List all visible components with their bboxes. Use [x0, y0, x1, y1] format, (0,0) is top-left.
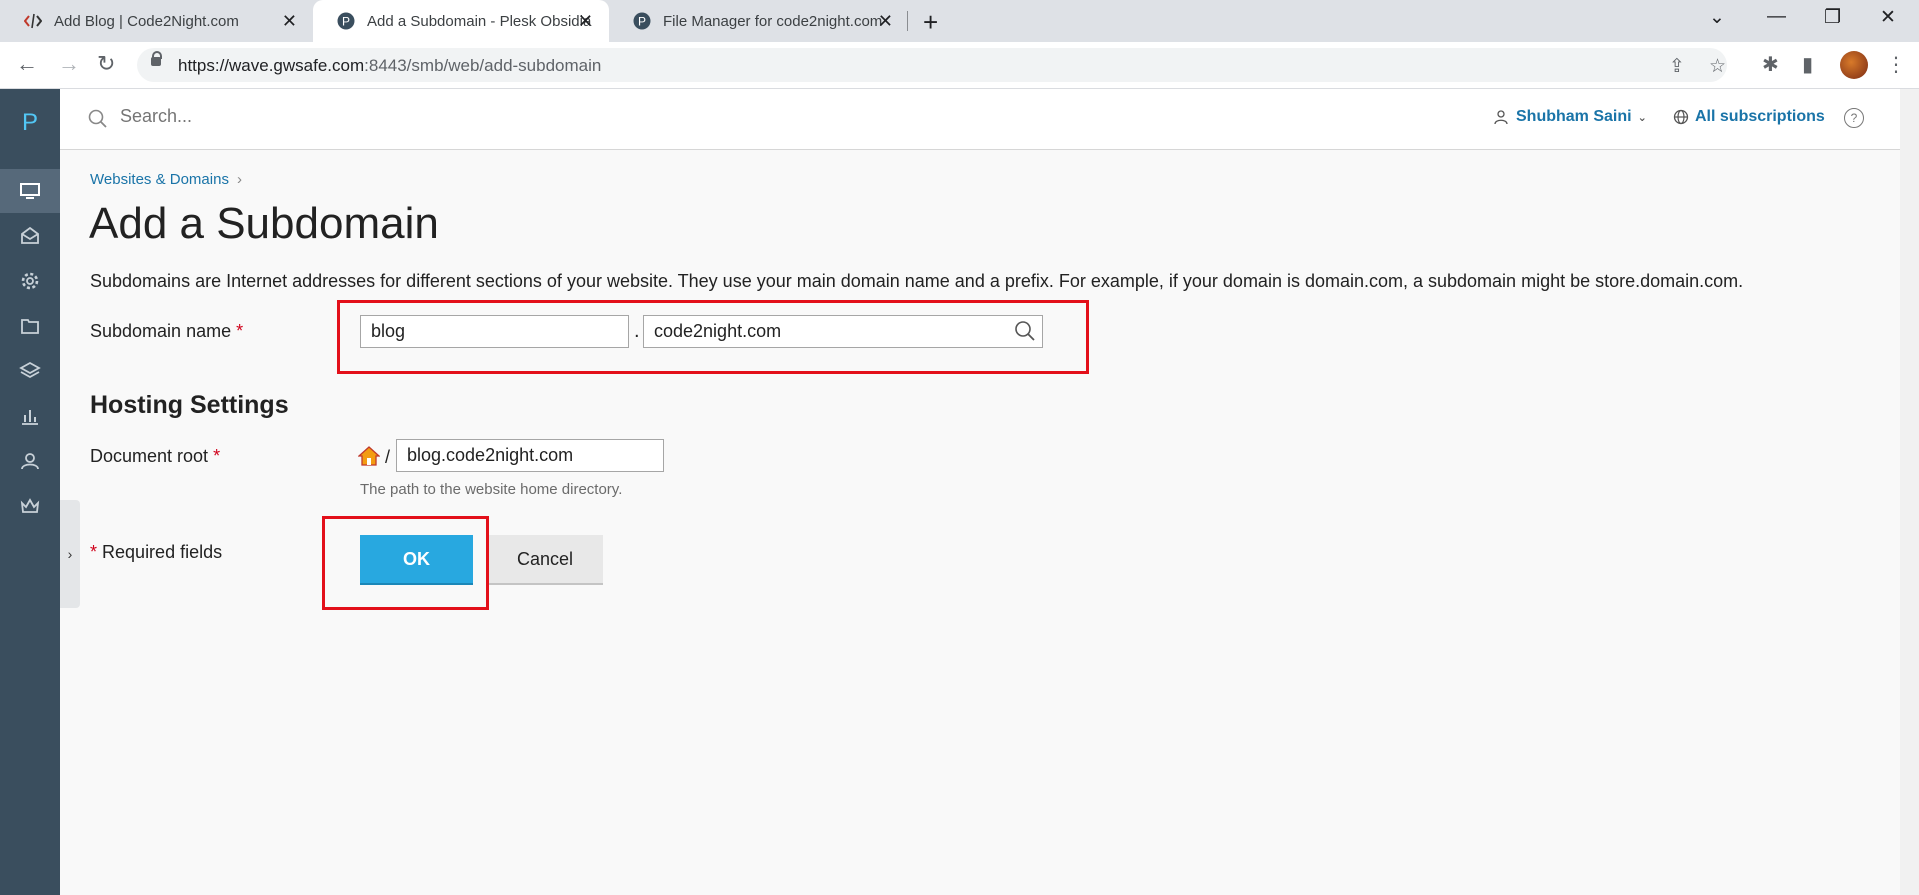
nav-account[interactable]	[0, 484, 60, 528]
breadcrumb-websites-domains[interactable]: Websites & Domains	[90, 171, 229, 188]
bar-chart-icon	[22, 410, 38, 425]
document-root-hint: The path to the website home directory.	[360, 481, 623, 498]
code-icon	[24, 12, 42, 30]
subscriptions-label: All subscriptions	[1695, 108, 1825, 125]
address-bar[interactable]: https://wave.gwsafe.com:8443/smb/web/add…	[137, 48, 1727, 82]
reload-icon[interactable]: ↻	[97, 51, 115, 77]
close-tab-icon[interactable]: ✕	[578, 11, 593, 32]
back-icon[interactable]: ←	[16, 51, 38, 77]
user-name: Shubham Saini	[1516, 108, 1632, 125]
chevron-right-icon: ›	[236, 171, 242, 188]
crown-icon	[20, 498, 40, 513]
layers-icon	[19, 361, 41, 379]
highlight-box-subdomain	[337, 300, 1089, 374]
close-tab-icon[interactable]: ✕	[878, 11, 893, 32]
plesk-icon: P	[337, 12, 355, 30]
profile-avatar[interactable]	[1840, 51, 1868, 79]
browser-tab[interactable]: P File Manager for code2night.com ✕	[609, 0, 909, 42]
highlight-box-ok	[322, 516, 489, 610]
expand-sidebar-button[interactable]: ›	[60, 500, 80, 608]
extensions-icon[interactable]: ✱	[1762, 52, 1779, 77]
lock-icon[interactable]	[151, 51, 162, 66]
monitor-icon	[20, 183, 40, 199]
document-root-input[interactable]	[396, 439, 664, 472]
browser-toolbar: ← → ↻ https://wave.gwsafe.com:8443/smb/w…	[0, 42, 1919, 89]
browser-tab[interactable]: Add Blog | Code2Night.com ✕	[0, 0, 313, 42]
page-title: Add a Subdomain	[89, 199, 439, 248]
chevron-down-icon: ⌄	[1637, 111, 1647, 124]
plesk-sidebar: P	[0, 89, 60, 895]
tab-search-icon[interactable]: ⌄	[1709, 6, 1725, 29]
nav-databases[interactable]	[0, 349, 60, 393]
chevron-right-icon: ›	[67, 546, 73, 562]
user-icon	[21, 453, 39, 470]
nav-applications[interactable]	[0, 259, 60, 303]
side-panel-icon[interactable]: ▮	[1802, 52, 1813, 77]
tab-title: Add a Subdomain - Plesk Obsidian	[367, 12, 592, 30]
bookmark-star-icon[interactable]: ☆	[1709, 55, 1726, 78]
nav-users[interactable]	[0, 439, 60, 483]
browser-tab-active[interactable]: P Add a Subdomain - Plesk Obsidian ✕	[313, 0, 609, 42]
forward-icon[interactable]: →	[58, 51, 80, 77]
required-fields-note: * Required fields	[90, 542, 223, 562]
user-menu[interactable]: Shubham Saini ⌄	[1493, 108, 1647, 126]
svg-text:P: P	[342, 15, 350, 29]
plesk-logo[interactable]: P	[0, 109, 60, 137]
gear-icon	[21, 272, 39, 290]
subdomain-name-label: Subdomain name *	[90, 321, 244, 341]
plesk-header: Shubham Saini ⌄ All subscriptions ?	[60, 89, 1900, 150]
nav-files[interactable]	[0, 304, 60, 348]
breadcrumb: Websites & Domains ›	[90, 171, 242, 188]
search-icon	[88, 109, 107, 128]
close-window-icon[interactable]: ✕	[1880, 6, 1896, 29]
minimize-icon[interactable]: —	[1767, 6, 1786, 28]
tab-title: File Manager for code2night.com	[663, 12, 883, 30]
page-scrollbar[interactable]	[1900, 89, 1919, 895]
nav-mail[interactable]	[0, 214, 60, 258]
share-icon[interactable]: ⇪	[1669, 55, 1685, 78]
nav-websites-domains[interactable]	[0, 169, 60, 213]
plesk-icon: P	[633, 12, 651, 30]
document-root-label: Document root *	[90, 446, 221, 466]
mail-icon	[21, 226, 39, 244]
home-icon	[358, 446, 380, 466]
globe-icon	[1673, 109, 1689, 125]
path-slash: /	[385, 447, 391, 467]
restore-icon[interactable]: ❐	[1824, 6, 1841, 29]
all-subscriptions-link[interactable]: All subscriptions	[1673, 108, 1825, 126]
nav-statistics[interactable]	[0, 394, 60, 438]
folder-icon	[21, 319, 39, 334]
page-description: Subdomains are Internet addresses for di…	[90, 271, 1744, 291]
tab-title: Add Blog | Code2Night.com	[54, 12, 239, 30]
browser-menu-icon[interactable]: ⋮	[1886, 52, 1906, 77]
svg-text:P: P	[638, 15, 646, 29]
tab-separator	[907, 11, 908, 31]
url-text[interactable]: https://wave.gwsafe.com:8443/smb/web/add…	[178, 56, 601, 76]
close-tab-icon[interactable]: ✕	[282, 11, 297, 32]
cancel-button[interactable]: Cancel	[487, 535, 603, 585]
browser-tab-strip: Add Blog | Code2Night.com ✕ P Add a Subd…	[0, 0, 1919, 42]
user-icon	[1494, 110, 1508, 125]
help-icon[interactable]: ?	[1844, 108, 1864, 128]
hosting-settings-heading: Hosting Settings	[90, 391, 289, 419]
new-tab-icon[interactable]: +	[923, 7, 938, 38]
search-input[interactable]	[118, 105, 522, 128]
